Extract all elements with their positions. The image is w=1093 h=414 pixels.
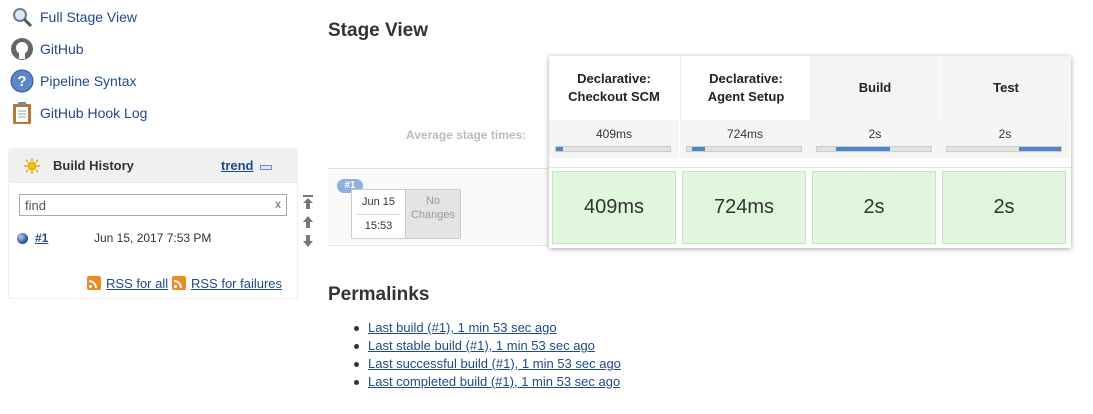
avg-cell-checkout-scm: 409ms [549,120,679,158]
avg-bar-fill [556,147,563,151]
permalink-item: Last completed build (#1), 1 min 53 sec … [354,374,621,392]
avg-bar-fill [691,147,706,151]
rss-all-link[interactable]: RSS for all [87,274,168,292]
rss-icon [87,276,101,290]
avg-bar [686,146,802,152]
trend-link[interactable]: trend [221,158,254,173]
run-date-divider [356,214,401,215]
avg-bar-fill [1018,147,1061,151]
avg-cell-test: 2s [940,120,1070,158]
nav-github-hook-log-label[interactable]: GitHub Hook Log [40,105,147,121]
rss-icon [172,276,186,290]
avg-stage-times-label: Average stage times: [406,128,527,142]
run-time: 15:53 [364,220,393,232]
avg-time: 724ms [726,127,764,141]
permalinks-list: Last build (#1), 1 min 53 sec ago Last s… [354,320,621,392]
trend-icon[interactable] [260,165,272,170]
stage-view-title: Stage View [328,20,428,41]
github-icon [10,37,34,61]
help-icon: ? [10,69,34,93]
stage-cell-checkout-scm[interactable]: 409ms [552,171,676,244]
stage-header-line1: Declarative: [577,71,651,86]
nav-github-label[interactable]: GitHub [40,41,84,57]
avg-bar [816,146,932,152]
build-date: Jun 15, 2017 7:53 PM [94,231,212,245]
scroll-up-icon[interactable] [302,215,314,229]
avg-bar-fill [836,147,890,151]
avg-cell-build: 2s [810,120,940,158]
avg-cell-agent-setup: 724ms [680,120,810,158]
nav-github-hook-log[interactable]: GitHub Hook Log [10,100,147,126]
stage-header-line2: Checkout SCM [568,89,660,104]
permalink-last-successful-build[interactable]: Last successful build (#1), 1 min 53 sec… [368,356,621,371]
avg-bar [946,146,1062,152]
stage-view-table: Declarative: Checkout SCM Declarative: Age… [549,56,1071,248]
build-status-ball-icon [17,233,28,244]
build-history-header: Build History trend [8,148,298,182]
rss-failures-label[interactable]: RSS for failures [191,276,282,291]
permalink-item: Last build (#1), 1 min 53 sec ago [354,320,621,338]
stage-cell-test[interactable]: 2s [942,171,1066,244]
sun-icon [24,158,40,177]
build-row[interactable]: #1 Jun 15, 2017 7:53 PM [17,231,287,249]
permalink-last-build[interactable]: Last build (#1), 1 min 53 sec ago [368,320,557,335]
nav-pipeline-syntax-label[interactable]: Pipeline Syntax [40,73,137,89]
nav-full-stage-view[interactable]: Full Stage View [10,4,137,30]
stage-header-test: Test [940,56,1071,120]
build-number-link[interactable]: #1 [35,231,48,245]
nav-full-stage-view-label[interactable]: Full Stage View [40,9,137,25]
magnifier-icon [10,5,34,29]
permalink-last-stable-build[interactable]: Last stable build (#1), 1 min 53 sec ago [368,338,595,353]
stage-cell-build[interactable]: 2s [812,171,936,244]
scroll-down-icon[interactable] [302,234,314,248]
stage-header-line2: Build [858,80,892,95]
stage-header-line2: Agent Setup [707,89,785,104]
stage-header-line2: Test [993,80,1019,95]
stage-header-line1: Declarative: [709,71,783,86]
stage-header-agent-setup: Declarative: Agent Setup [680,56,811,120]
avg-time: 2s [868,127,882,141]
nav-pipeline-syntax[interactable]: ? Pipeline Syntax [10,68,137,94]
stage-header-build: Build [810,56,940,120]
permalink-last-completed-build[interactable]: Last completed build (#1), 1 min 53 sec … [368,374,620,389]
permalink-item: Last stable build (#1), 1 min 53 sec ago [354,338,621,356]
row-divider [549,167,1071,168]
find-box: x [19,194,287,216]
no-changes-box: No Changes [406,189,461,239]
stage-cell-agent-setup[interactable]: 724ms [682,171,806,244]
clear-search-icon[interactable]: x [275,197,281,211]
stage-header-checkout-scm: Declarative: Checkout SCM [549,56,679,120]
nav-github[interactable]: GitHub [10,36,84,62]
no-changes-line1: No [425,195,441,207]
svg-text:?: ? [17,73,26,90]
build-search-input[interactable] [25,197,265,213]
build-history-panel: Build History trend x #1 Jun 15, 2017 7:… [8,148,298,299]
rss-all-label[interactable]: RSS for all [106,276,168,291]
permalink-item: Last successful build (#1), 1 min 53 sec… [354,356,621,374]
run-datebox: Jun 15 15:53 [351,189,406,239]
rss-failures-link[interactable]: RSS for failures [172,274,282,292]
no-changes-line2: Changes [410,209,456,221]
avg-time: 2s [998,127,1012,141]
avg-time: 409ms [595,127,633,141]
avg-bar [555,146,671,152]
build-history-title: Build History [53,158,134,173]
permalinks-title: Permalinks [328,284,430,305]
clipboard-icon [10,101,34,125]
run-date: Jun 15 [361,196,396,208]
scroll-top-icon[interactable] [302,195,314,209]
